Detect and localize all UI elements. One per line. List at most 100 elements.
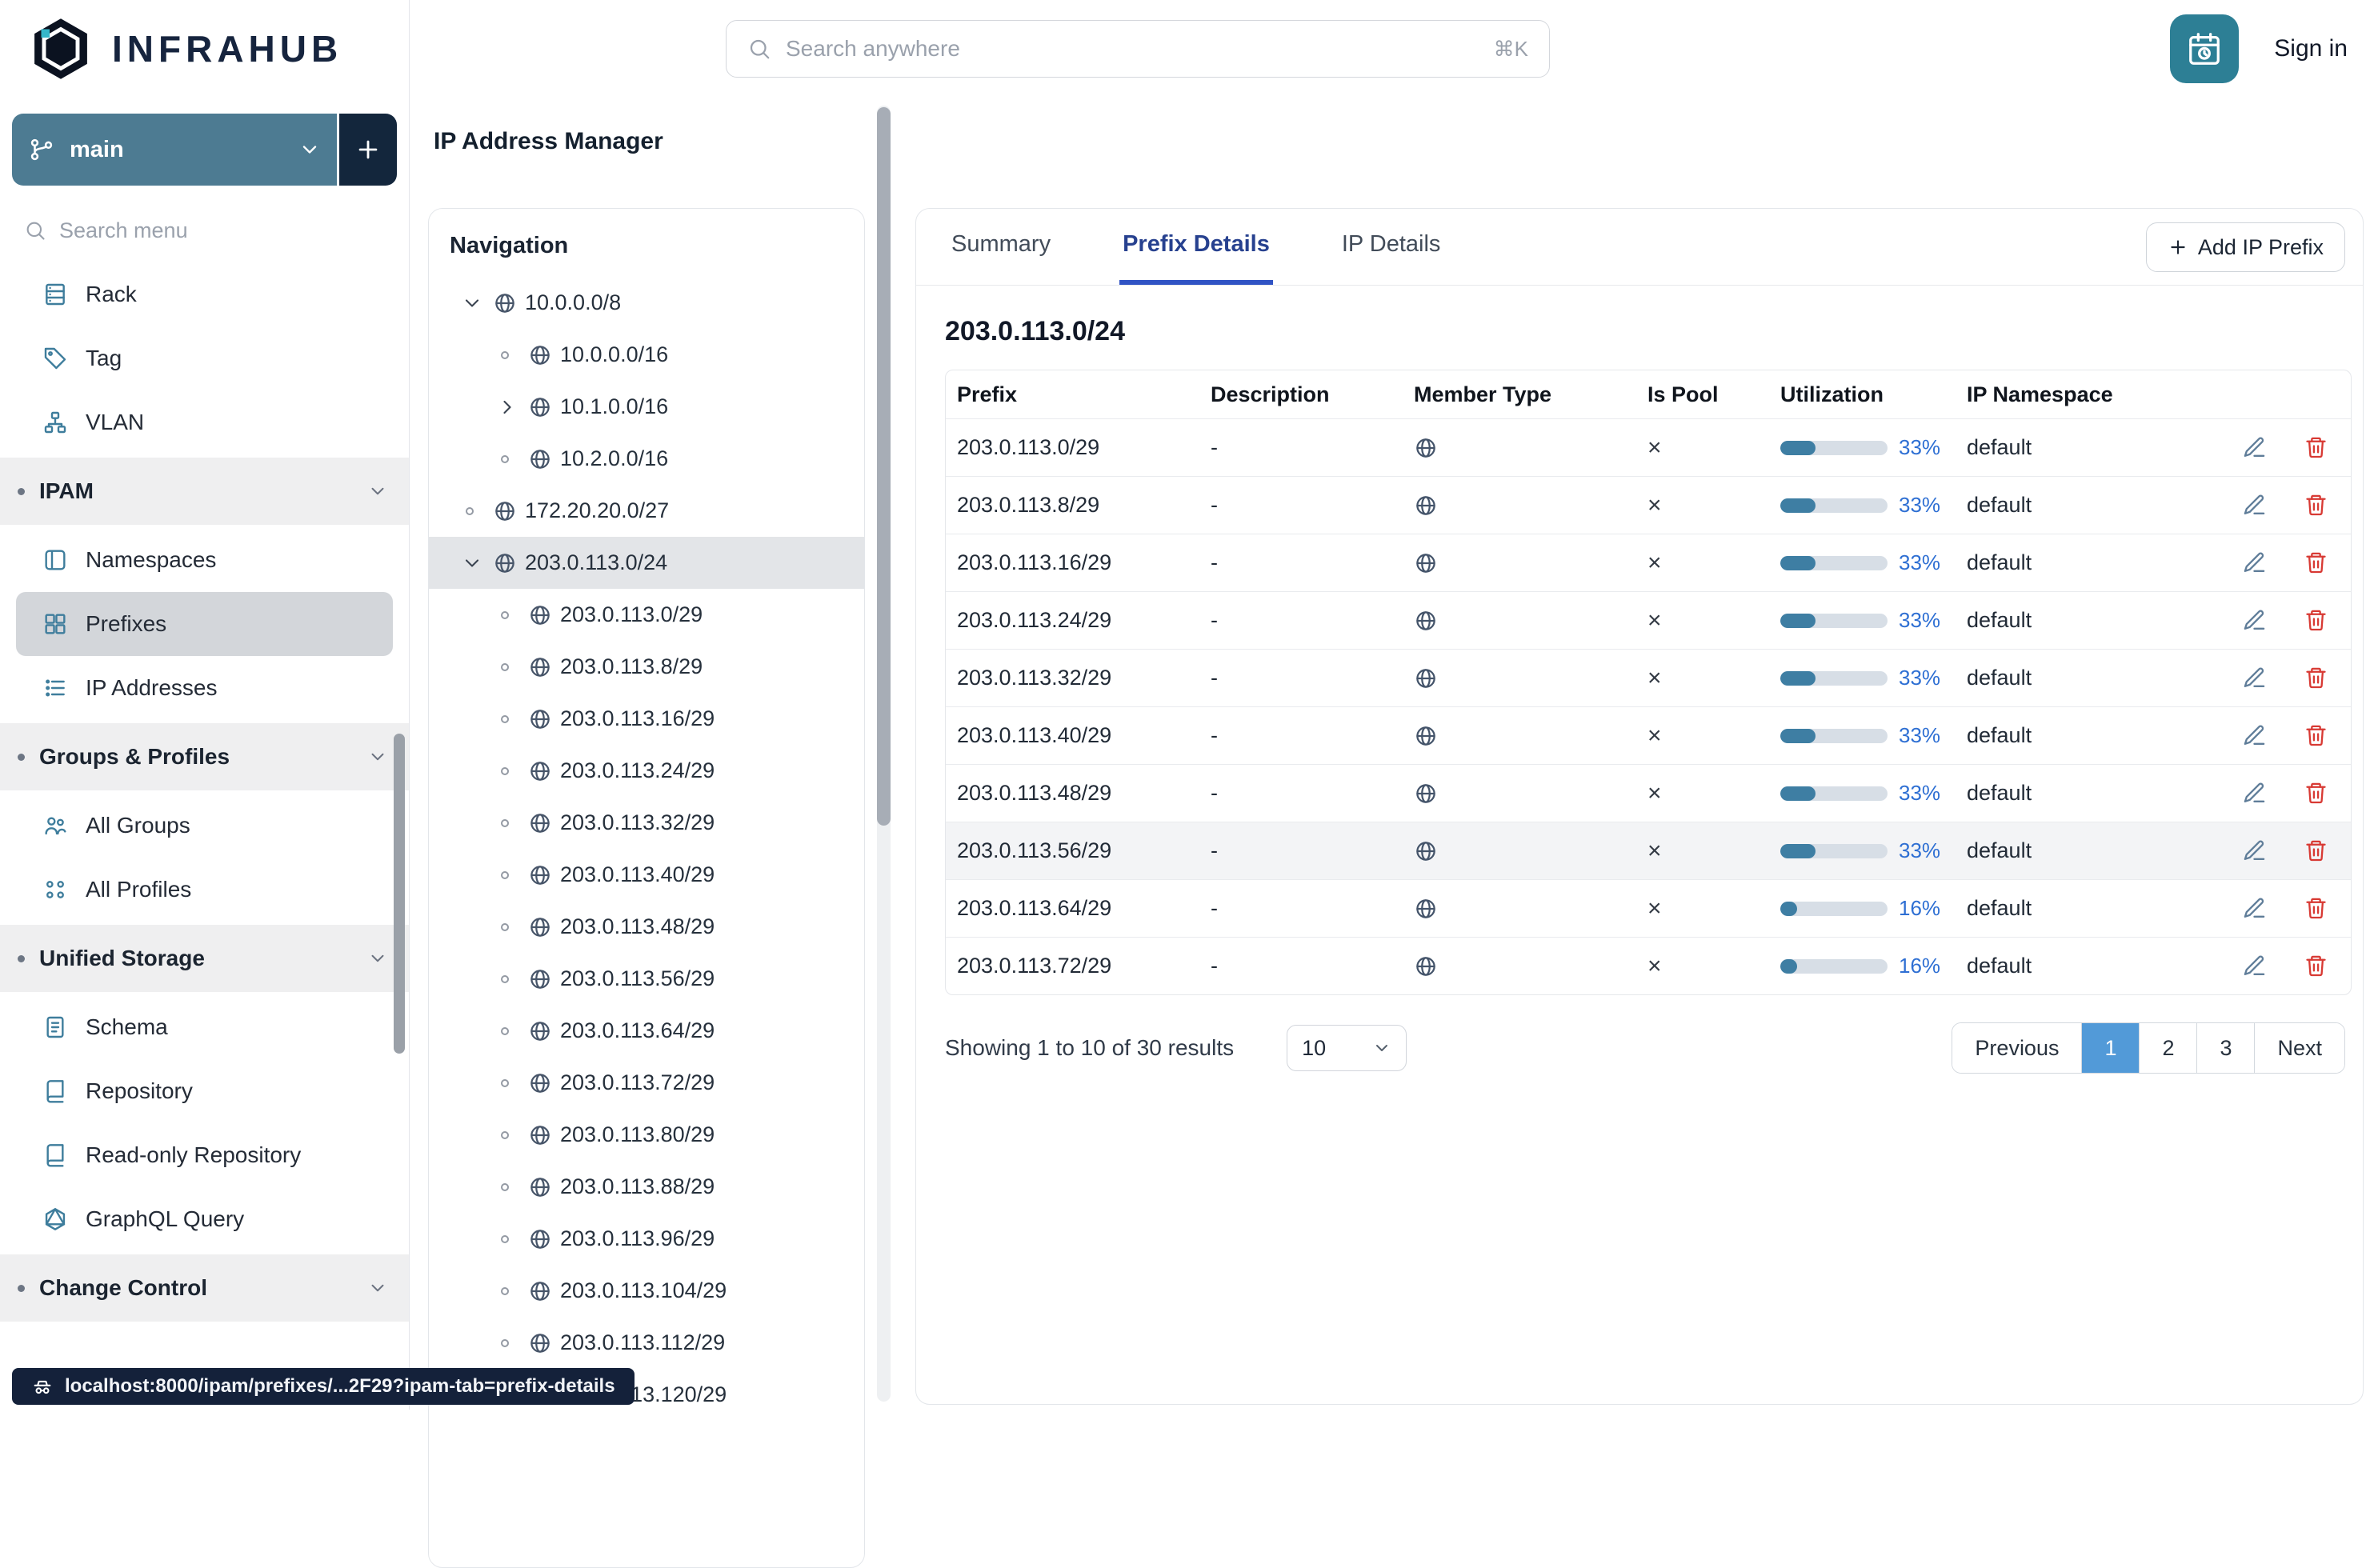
global-search-input[interactable] xyxy=(786,36,1479,62)
date-picker-button[interactable] xyxy=(2170,14,2239,83)
branch-selector[interactable]: main xyxy=(12,114,337,186)
delete-button[interactable] xyxy=(2304,435,2328,460)
delete-button[interactable] xyxy=(2304,550,2328,575)
tree-item-203-0-113-24-29[interactable]: 203.0.113.24/29 xyxy=(429,745,864,797)
tab-prefix-details[interactable]: Prefix Details xyxy=(1119,209,1273,285)
tab-summary[interactable]: Summary xyxy=(948,209,1054,285)
chevron-down-icon xyxy=(1372,1038,1391,1058)
tree-item-203-0-113-88-29[interactable]: 203.0.113.88/29 xyxy=(429,1161,864,1213)
delete-button[interactable] xyxy=(2304,781,2328,806)
sidebar-item-rack[interactable]: Rack xyxy=(16,262,393,326)
tree-item-203-0-113-96-29[interactable]: 203.0.113.96/29 xyxy=(429,1213,864,1265)
table-row[interactable]: 203.0.113.64/29-×16%default xyxy=(946,879,2351,937)
table-row[interactable]: 203.0.113.72/29-×16%default xyxy=(946,937,2351,994)
sidebar-item-graphql-query[interactable]: GraphQL Query xyxy=(16,1187,393,1251)
chevron-right-icon[interactable] xyxy=(496,396,518,418)
tree-item-10-0-0-0-8[interactable]: 10.0.0.0/8 xyxy=(429,277,864,329)
table-row[interactable]: 203.0.113.8/29-×33%default xyxy=(946,476,2351,534)
edit-button[interactable] xyxy=(2242,493,2267,518)
tree-marker xyxy=(461,292,493,314)
edit-button[interactable] xyxy=(2242,838,2267,863)
navigation-scrollbar-thumb[interactable] xyxy=(877,107,891,826)
table-row[interactable]: 203.0.113.24/29-×33%default xyxy=(946,591,2351,649)
sidebar-section-groups-profiles[interactable]: Groups & Profiles xyxy=(0,723,409,790)
delete-button[interactable] xyxy=(2304,838,2328,863)
sidebar-item-all-groups[interactable]: All Groups xyxy=(16,794,393,858)
delete-button[interactable] xyxy=(2304,896,2328,921)
sidebar-item-prefixes[interactable]: Prefixes xyxy=(16,592,393,656)
page-button-3[interactable]: 3 xyxy=(2196,1023,2254,1073)
edit-button[interactable] xyxy=(2242,666,2267,690)
tree-item-203-0-113-32-29[interactable]: 203.0.113.32/29 xyxy=(429,797,864,849)
tab-ip-details[interactable]: IP Details xyxy=(1339,209,1444,285)
sidebar-item-repository[interactable]: Repository xyxy=(16,1059,393,1123)
table-row[interactable]: 203.0.113.48/29-×33%default xyxy=(946,764,2351,822)
tree-item-203-0-113-16-29[interactable]: 203.0.113.16/29 xyxy=(429,693,864,745)
tree-item-203-0-113-72-29[interactable]: 203.0.113.72/29 xyxy=(429,1057,864,1109)
pencil-icon xyxy=(2242,954,2267,978)
tree-item-203-0-113-0-29[interactable]: 203.0.113.0/29 xyxy=(429,589,864,641)
tree-item-203-0-113-112-29[interactable]: 203.0.113.112/29 xyxy=(429,1317,864,1369)
edit-button[interactable] xyxy=(2242,435,2267,460)
sidebar-section-unified-storage[interactable]: Unified Storage xyxy=(0,925,409,992)
edit-button[interactable] xyxy=(2242,550,2267,575)
edit-button[interactable] xyxy=(2242,896,2267,921)
sidebar-item-read-only-repository[interactable]: Read-only Repository xyxy=(16,1123,393,1187)
sidebar-section-change-control[interactable]: Change Control xyxy=(0,1254,409,1322)
page-size-select[interactable]: 10 xyxy=(1287,1025,1407,1071)
sidebar-item-namespaces[interactable]: Namespaces xyxy=(16,528,393,592)
page-button-2[interactable]: 2 xyxy=(2139,1023,2196,1073)
table-row[interactable]: 203.0.113.32/29-×33%default xyxy=(946,649,2351,706)
tree-item-203-0-113-8-29[interactable]: 203.0.113.8/29 xyxy=(429,641,864,693)
sidebar-search-input[interactable] xyxy=(59,218,323,243)
delete-button[interactable] xyxy=(2304,608,2328,633)
edit-button[interactable] xyxy=(2242,723,2267,748)
delete-button[interactable] xyxy=(2304,723,2328,748)
cell-description: - xyxy=(1199,781,1403,806)
chevron-down-icon[interactable] xyxy=(461,552,483,574)
add-branch-button[interactable] xyxy=(339,114,397,186)
table-header-row: PrefixDescriptionMember TypeIs PoolUtili… xyxy=(946,370,2351,418)
chevron-down-icon[interactable] xyxy=(461,292,483,314)
sign-in-link[interactable]: Sign in xyxy=(2274,35,2348,62)
sidebar-item-ip-addresses[interactable]: IP Addresses xyxy=(16,656,393,720)
tree-item-203-0-113-104-29[interactable]: 203.0.113.104/29 xyxy=(429,1265,864,1317)
cell-utilization: 33% xyxy=(1769,493,1956,518)
table-row[interactable]: 203.0.113.56/29-×33%default xyxy=(946,822,2351,879)
tree-item-203-0-113-0-24[interactable]: 203.0.113.0/24 xyxy=(429,537,864,589)
edit-button[interactable] xyxy=(2242,781,2267,806)
sidebar-item-vlan[interactable]: VLAN xyxy=(16,390,393,454)
add-ip-prefix-button[interactable]: Add IP Prefix xyxy=(2146,222,2345,272)
tree-item-172-20-20-0-27[interactable]: 172.20.20.0/27 xyxy=(429,485,864,537)
tree-item-10-2-0-0-16[interactable]: 10.2.0.0/16 xyxy=(429,433,864,485)
sidebar-scrollbar-thumb[interactable] xyxy=(394,734,405,1054)
next-button[interactable]: Next xyxy=(2254,1023,2344,1073)
previous-button[interactable]: Previous xyxy=(1952,1023,2081,1073)
page-button-1[interactable]: 1 xyxy=(2081,1023,2139,1073)
cell-description: - xyxy=(1199,896,1403,921)
edit-button[interactable] xyxy=(2242,954,2267,978)
tree-item-203-0-113-80-29[interactable]: 203.0.113.80/29 xyxy=(429,1109,864,1161)
cell-member-type xyxy=(1403,551,1636,575)
tree-item-203-0-113-40-29[interactable]: 203.0.113.40/29 xyxy=(429,849,864,901)
delete-button[interactable] xyxy=(2304,954,2328,978)
delete-button[interactable] xyxy=(2304,666,2328,690)
trash-icon xyxy=(2304,493,2328,518)
table-row[interactable]: 203.0.113.16/29-×33%default xyxy=(946,534,2351,591)
delete-button[interactable] xyxy=(2304,493,2328,518)
sidebar-item-schema[interactable]: Schema xyxy=(16,995,393,1059)
prefix-globe-icon xyxy=(528,863,552,887)
table-row[interactable]: 203.0.113.40/29-×33%default xyxy=(946,706,2351,764)
tree-item-10-1-0-0-16[interactable]: 10.1.0.0/16 xyxy=(429,381,864,433)
tree-marker xyxy=(496,975,528,983)
edit-button[interactable] xyxy=(2242,608,2267,633)
table-row[interactable]: 203.0.113.0/29-×33%default xyxy=(946,418,2351,476)
sidebar-item-all-profiles[interactable]: All Profiles xyxy=(16,858,393,922)
sidebar-section-ipam[interactable]: IPAM xyxy=(0,458,409,525)
sidebar-item-tag[interactable]: Tag xyxy=(16,326,393,390)
tree-item-10-0-0-0-16[interactable]: 10.0.0.0/16 xyxy=(429,329,864,381)
logo[interactable]: INFRAHUB xyxy=(0,0,409,98)
tree-item-203-0-113-48-29[interactable]: 203.0.113.48/29 xyxy=(429,901,864,953)
tree-item-203-0-113-64-29[interactable]: 203.0.113.64/29 xyxy=(429,1005,864,1057)
tree-item-203-0-113-56-29[interactable]: 203.0.113.56/29 xyxy=(429,953,864,1005)
